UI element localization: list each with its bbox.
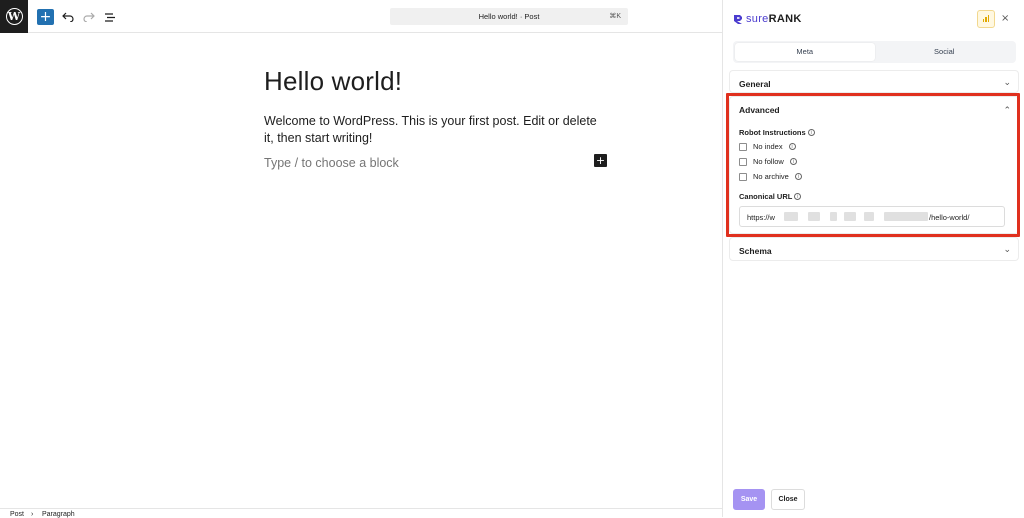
- wordpress-logo[interactable]: W: [0, 0, 28, 33]
- undo-icon[interactable]: [60, 9, 76, 25]
- shortcut-hint: ⌘K: [609, 13, 621, 20]
- tab-meta[interactable]: Meta: [735, 43, 875, 61]
- editor-canvas: Hello world! Welcome to WordPress. This …: [264, 66, 614, 170]
- brand-rank: RANK: [768, 13, 802, 25]
- brand-sure: sure: [746, 13, 769, 25]
- save-button[interactable]: Save: [733, 489, 765, 510]
- close-button[interactable]: Close: [771, 489, 805, 510]
- surerank-sidebar: sureRANK × Meta Social General ⌄ Advance…: [722, 0, 1024, 517]
- general-section[interactable]: General ⌄: [729, 70, 1019, 93]
- general-heading: General: [739, 79, 771, 89]
- redo-icon[interactable]: [81, 9, 97, 25]
- paragraph-block[interactable]: Welcome to WordPress. This is your first…: [264, 113, 604, 147]
- document-title: Hello world! · Post: [478, 12, 540, 21]
- tab-social[interactable]: Social: [875, 43, 1015, 61]
- meta-social-tabs: Meta Social: [733, 41, 1016, 63]
- surerank-logo-icon: [734, 14, 742, 24]
- schema-heading: Schema: [739, 246, 772, 256]
- add-block-button[interactable]: +: [37, 9, 54, 25]
- wordpress-icon: W: [5, 8, 23, 25]
- editor-toolbar: W + Hello world! · Post ⌘K: [0, 0, 722, 33]
- seo-score-button[interactable]: [977, 10, 995, 28]
- block-breadcrumb: Post › Paragraph: [0, 508, 722, 518]
- schema-section[interactable]: Schema ⌄: [729, 237, 1019, 261]
- chevron-down-icon: ⌄: [1003, 245, 1011, 255]
- inline-add-block-button[interactable]: +: [594, 154, 607, 167]
- surerank-logo: sureRANK: [733, 13, 802, 25]
- post-title[interactable]: Hello world!: [264, 66, 614, 97]
- chart-icon: [983, 19, 985, 22]
- list-view-icon[interactable]: [102, 9, 118, 25]
- block-placeholder[interactable]: Type / to choose a block: [264, 156, 399, 170]
- chevron-down-icon: ⌄: [1003, 78, 1011, 88]
- command-palette-bar[interactable]: Hello world! · Post ⌘K: [390, 8, 628, 25]
- close-icon[interactable]: ×: [1001, 13, 1009, 24]
- advanced-highlight-frame: [726, 93, 1020, 237]
